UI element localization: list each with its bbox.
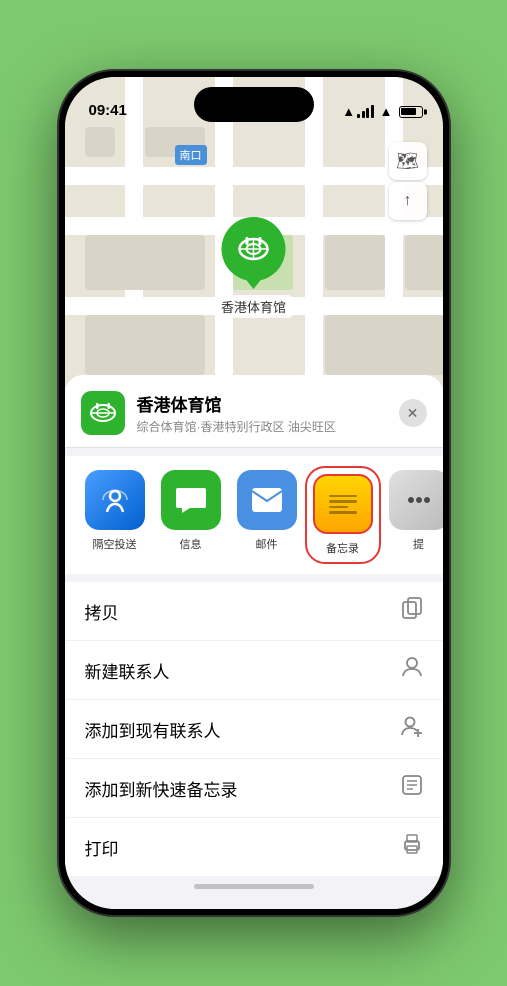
- notes-lines-icon: [329, 495, 357, 514]
- stadium-pin-icon: [221, 217, 285, 281]
- share-item-mail[interactable]: 邮件: [233, 470, 301, 560]
- mail-label: 邮件: [256, 536, 278, 552]
- notes-label: 备忘录: [326, 540, 359, 556]
- location-arrow-icon: ▲: [342, 104, 355, 119]
- airdrop-icon: [85, 470, 145, 530]
- share-row: 隔空投送 信息: [65, 456, 443, 574]
- sheet-header: 香港体育馆 综合体育馆·香港特别行政区 油尖旺区 ✕: [65, 375, 443, 448]
- station-label: 南口: [175, 145, 207, 165]
- close-button[interactable]: ✕: [399, 399, 427, 427]
- location-button[interactable]: ↑: [389, 182, 427, 220]
- share-item-airdrop[interactable]: 隔空投送: [81, 470, 149, 560]
- home-indicator-area: [65, 876, 443, 889]
- action-list: 拷贝 新建联系人: [65, 582, 443, 876]
- share-item-notes[interactable]: 备忘录: [309, 470, 377, 560]
- note-icon: [401, 774, 423, 802]
- stadium-name-map-label: 香港体育馆: [215, 295, 292, 318]
- share-item-messages[interactable]: 信息: [157, 470, 225, 560]
- venue-info: 香港体育馆 综合体育馆·香港特别行政区 油尖旺区: [137, 391, 387, 435]
- print-label: 打印: [85, 835, 119, 860]
- add-contact-label: 添加到现有联系人: [85, 717, 221, 742]
- action-row-copy[interactable]: 拷贝: [65, 582, 443, 641]
- messages-icon: [161, 470, 221, 530]
- notes-icon: [313, 474, 373, 534]
- action-row-new-contact[interactable]: 新建联系人: [65, 641, 443, 700]
- person-add-icon: [401, 715, 423, 743]
- dynamic-island: [194, 87, 314, 122]
- venue-icon: [81, 391, 125, 435]
- new-contact-label: 新建联系人: [85, 658, 170, 683]
- action-row-print[interactable]: 打印: [65, 818, 443, 876]
- map-controls: 🗺 ↑: [389, 142, 427, 220]
- home-indicator: [194, 884, 314, 889]
- wifi-icon: ▲: [380, 104, 393, 119]
- more-icon: [389, 470, 443, 530]
- copy-icon: [401, 597, 423, 625]
- status-icons: ▲: [357, 104, 422, 119]
- map-type-button[interactable]: 🗺: [389, 142, 427, 180]
- mail-icon: [237, 470, 297, 530]
- bottom-sheet: 香港体育馆 综合体育馆·香港特别行政区 油尖旺区 ✕: [65, 375, 443, 909]
- action-row-quick-note[interactable]: 添加到新快速备忘录: [65, 759, 443, 818]
- phone-screen: 09:41 ▲ ▲: [65, 77, 443, 909]
- venue-description: 综合体育馆·香港特别行政区 油尖旺区: [137, 418, 387, 435]
- printer-icon: [401, 833, 423, 861]
- copy-label: 拷贝: [85, 599, 119, 624]
- phone-frame: 09:41 ▲ ▲: [59, 71, 449, 915]
- airdrop-label: 隔空投送: [93, 536, 137, 552]
- signal-bars-icon: [357, 105, 374, 118]
- quick-note-label: 添加到新快速备忘录: [85, 776, 238, 801]
- share-item-more[interactable]: 提: [385, 470, 443, 560]
- messages-label: 信息: [180, 536, 202, 552]
- person-icon: [401, 656, 423, 684]
- venue-name: 香港体育馆: [137, 391, 387, 416]
- action-row-add-contact[interactable]: 添加到现有联系人: [65, 700, 443, 759]
- battery-icon: [399, 106, 423, 118]
- more-label: 提: [413, 536, 424, 552]
- stadium-marker: 香港体育馆: [215, 217, 292, 318]
